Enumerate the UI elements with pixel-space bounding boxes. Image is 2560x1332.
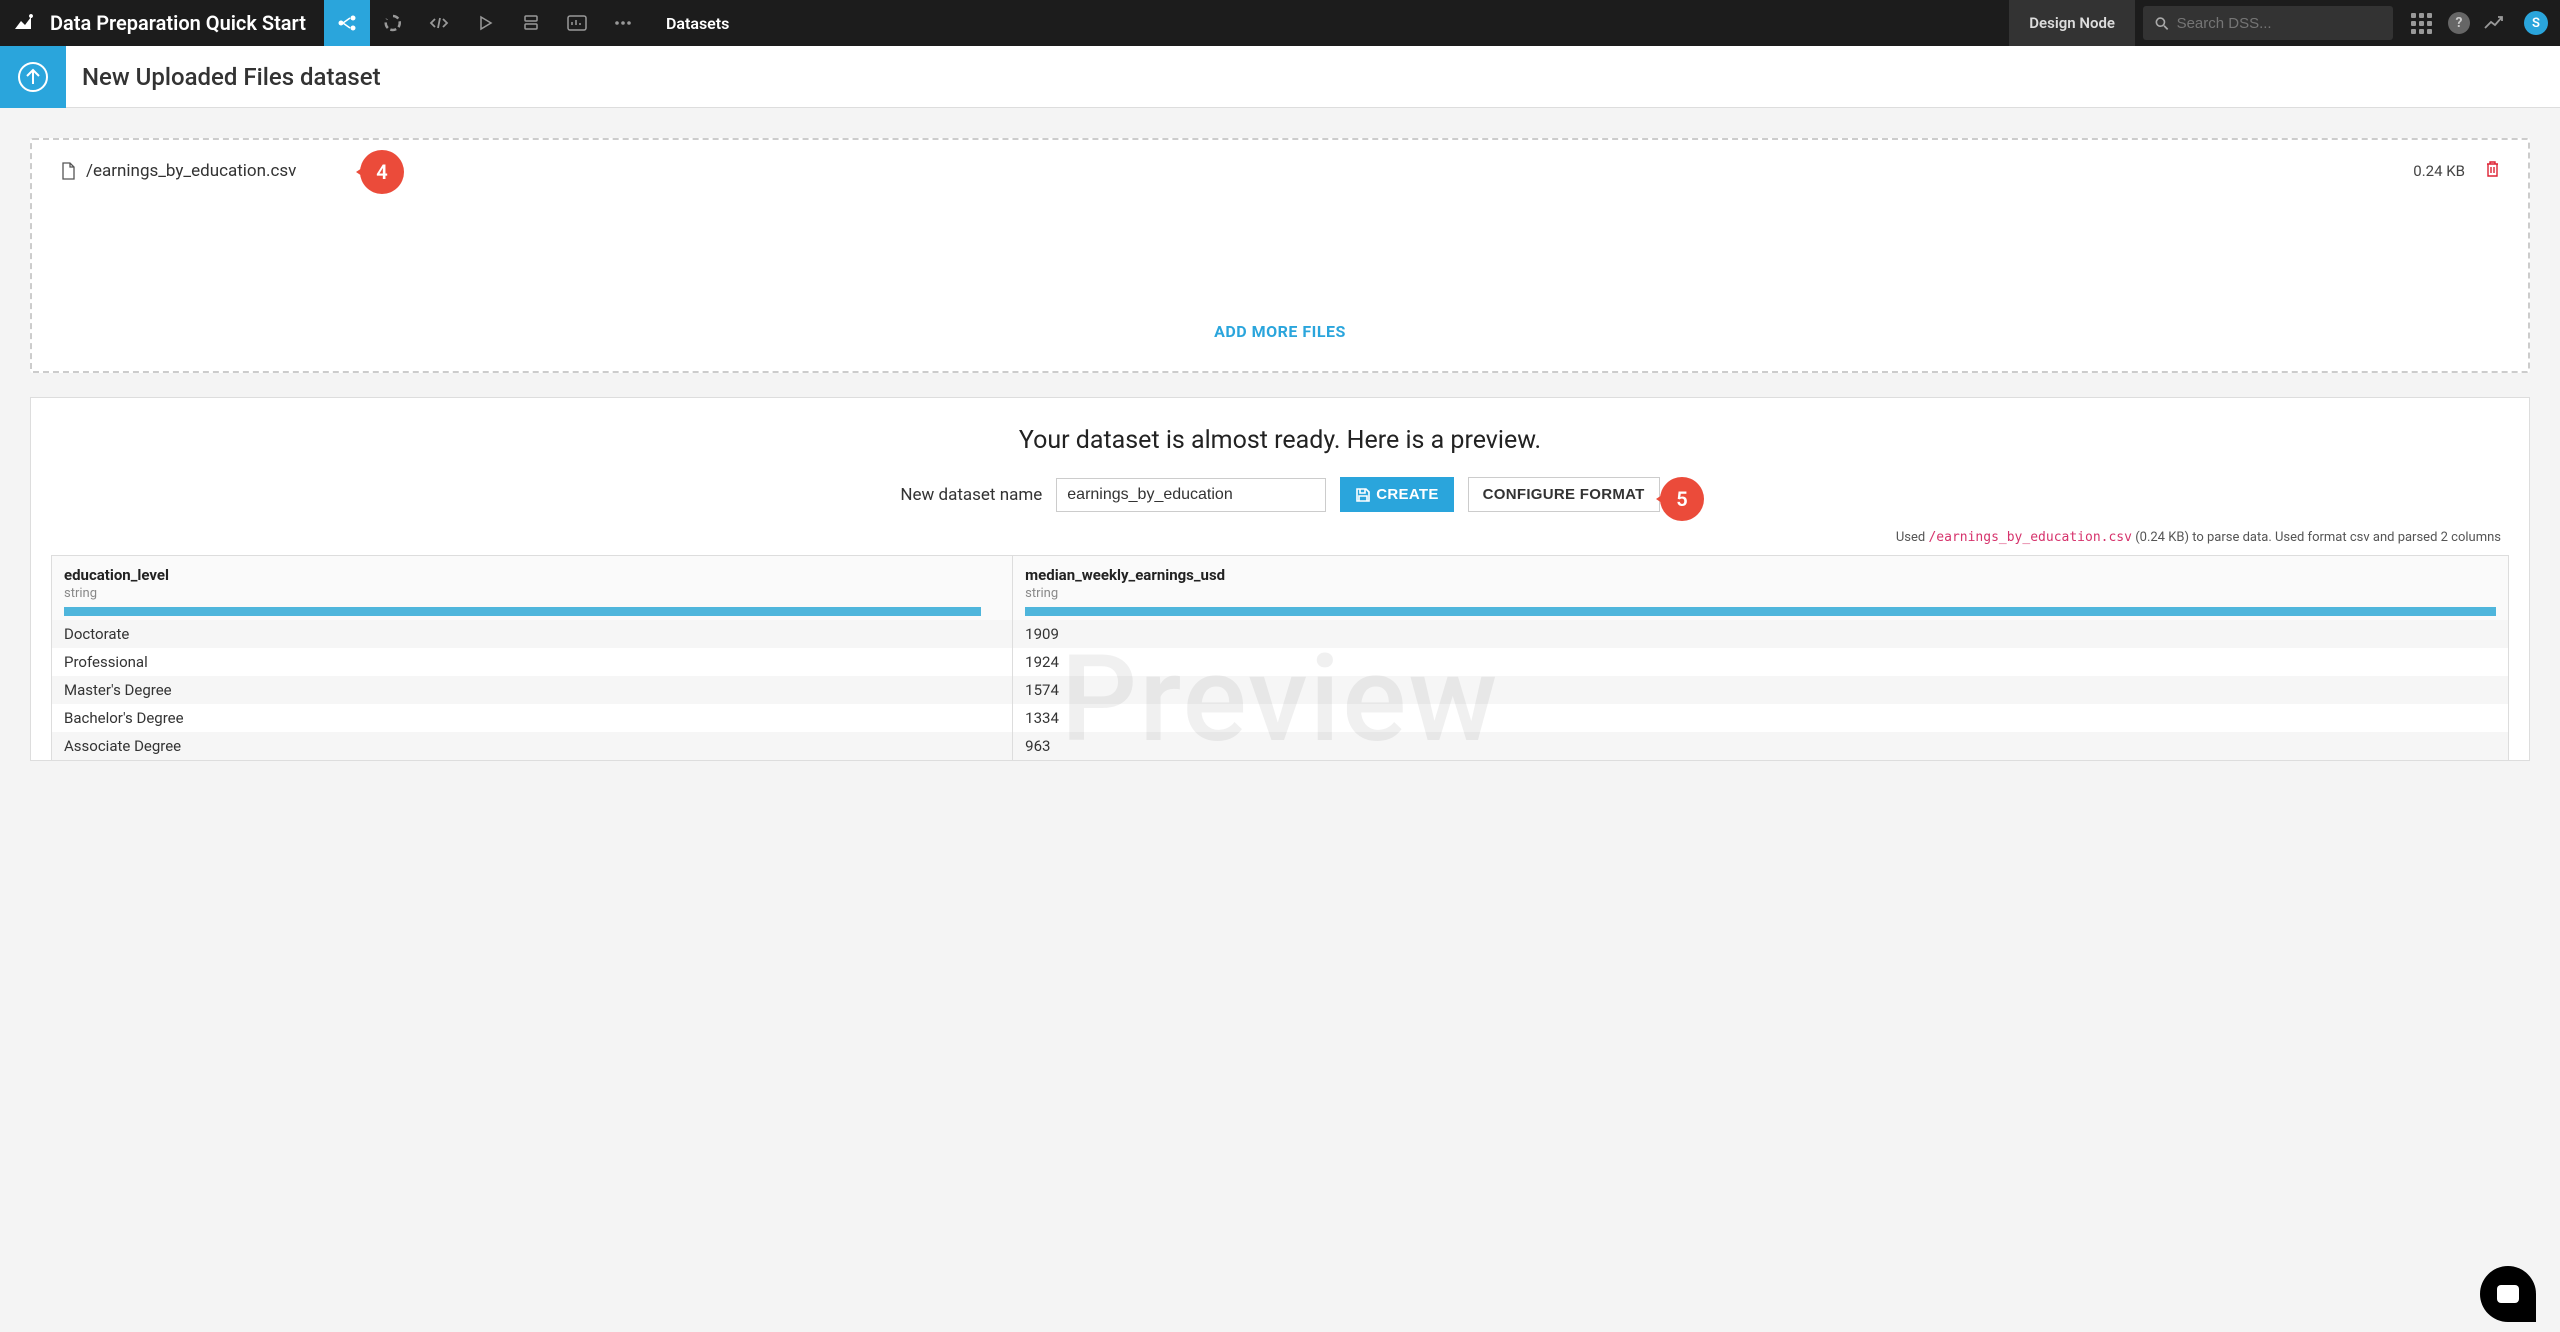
callout-5: 5 bbox=[1660, 477, 1704, 521]
callout-4: 4 bbox=[360, 150, 404, 194]
search-icon bbox=[2155, 16, 2169, 31]
global-search[interactable] bbox=[2143, 6, 2393, 40]
table-row: Professional1924 bbox=[52, 648, 2509, 676]
trend-icon[interactable] bbox=[2476, 0, 2512, 46]
create-button-label: CREATE bbox=[1376, 486, 1438, 503]
app-logo-icon[interactable] bbox=[0, 11, 46, 35]
upload-icon bbox=[0, 46, 66, 108]
dashboard-icon[interactable] bbox=[554, 0, 600, 46]
play-icon[interactable] bbox=[462, 0, 508, 46]
configure-format-button[interactable]: CONFIGURE FORMAT bbox=[1468, 477, 1660, 512]
table-row: Associate Degree963 bbox=[52, 732, 2509, 760]
user-avatar[interactable]: S bbox=[2524, 11, 2548, 35]
table-cell: 1924 bbox=[1013, 648, 2509, 676]
table-cell: 1574 bbox=[1013, 676, 2509, 704]
delete-file-icon[interactable] bbox=[2485, 160, 2500, 182]
search-input[interactable] bbox=[2177, 15, 2381, 32]
uploaded-file-row: /earnings_by_education.csv 4 0.24 KB bbox=[60, 160, 2500, 182]
table-cell: Associate Degree bbox=[52, 732, 1013, 760]
dataset-name-label: New dataset name bbox=[900, 485, 1042, 505]
table-cell: 1334 bbox=[1013, 704, 2509, 732]
project-name[interactable]: Data Preparation Quick Start bbox=[46, 11, 324, 35]
preview-section: Your dataset is almost ready. Here is a … bbox=[30, 397, 2530, 761]
stack-icon[interactable] bbox=[508, 0, 554, 46]
preview-table: education_levelstringmedian_weekly_earni… bbox=[51, 555, 2509, 760]
file-size: 0.24 KB bbox=[2413, 162, 2465, 180]
table-cell: Doctorate bbox=[52, 620, 1013, 648]
file-name: /earnings_by_education.csv bbox=[86, 161, 296, 181]
page-title: New Uploaded Files dataset bbox=[66, 63, 381, 91]
dataset-name-input[interactable] bbox=[1056, 478, 1326, 512]
table-cell: Professional bbox=[52, 648, 1013, 676]
file-icon bbox=[60, 162, 76, 180]
preview-heading: Your dataset is almost ready. Here is a … bbox=[31, 426, 2529, 455]
create-button[interactable]: CREATE bbox=[1340, 477, 1453, 512]
parse-info: Used /earnings_by_education.csv (0.24 KB… bbox=[31, 512, 2529, 555]
table-row: Doctorate1909 bbox=[52, 620, 2509, 648]
code-icon[interactable] bbox=[416, 0, 462, 46]
top-navbar: Data Preparation Quick Start Datasets De… bbox=[0, 0, 2560, 46]
save-icon bbox=[1355, 487, 1370, 502]
table-cell: 963 bbox=[1013, 732, 2509, 760]
table-cell: 1909 bbox=[1013, 620, 2509, 648]
chat-fab-icon[interactable] bbox=[2480, 1266, 2536, 1322]
table-cell: Master's Degree bbox=[52, 676, 1013, 704]
more-icon[interactable] bbox=[600, 0, 646, 46]
apps-menu-icon[interactable] bbox=[2411, 13, 2432, 34]
help-icon[interactable]: ? bbox=[2448, 12, 2470, 34]
table-row: Master's Degree1574 bbox=[52, 676, 2509, 704]
flow-icon[interactable] bbox=[324, 0, 370, 46]
page-subheader: New Uploaded Files dataset bbox=[0, 46, 2560, 108]
column-header[interactable]: education_levelstring bbox=[52, 556, 1013, 621]
add-more-files-button[interactable]: ADD MORE FILES bbox=[60, 322, 2500, 341]
file-dropzone[interactable]: /earnings_by_education.csv 4 0.24 KB ADD… bbox=[30, 138, 2530, 373]
column-header[interactable]: median_weekly_earnings_usdstring bbox=[1013, 556, 2509, 621]
tab-datasets[interactable]: Datasets bbox=[646, 0, 749, 46]
circle-icon[interactable] bbox=[370, 0, 416, 46]
table-row: Bachelor's Degree1334 bbox=[52, 704, 2509, 732]
design-node-label[interactable]: Design Node bbox=[2009, 0, 2135, 46]
table-cell: Bachelor's Degree bbox=[52, 704, 1013, 732]
